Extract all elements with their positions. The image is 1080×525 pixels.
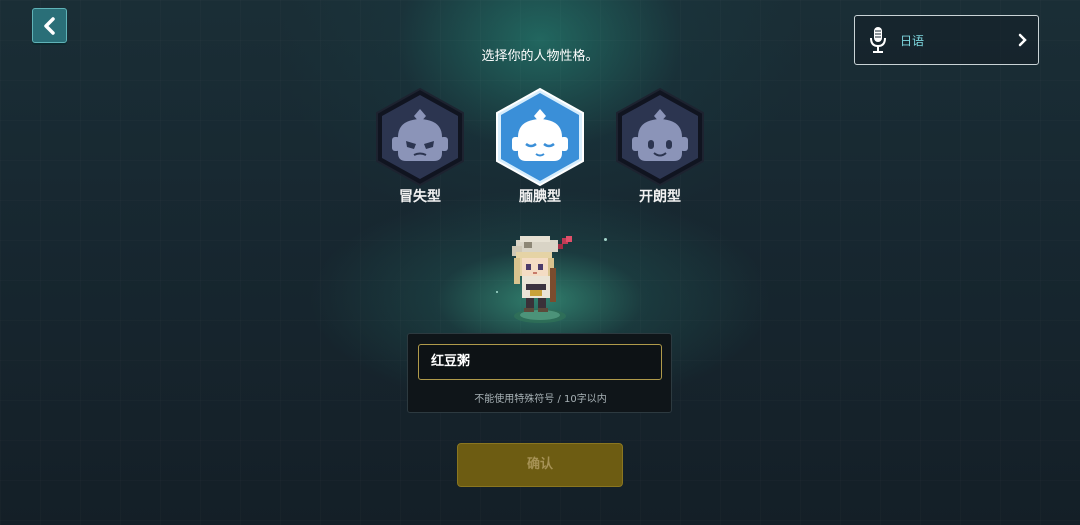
personality-hex-icon [496, 87, 584, 187]
personality-label: 开朗型 [639, 189, 681, 205]
character-name-input[interactable]: 红豆粥 [418, 344, 662, 380]
chevron-left-icon [43, 16, 55, 35]
sparkle [496, 291, 498, 293]
player-character-sprite [512, 236, 572, 323]
personality-prompt: 选择你的人物性格。 [481, 49, 599, 64]
personality-option-shy[interactable]: 腼腆型 [490, 87, 590, 207]
name-rules-hint: 不能使用特殊符号 / 10字以内 [474, 394, 607, 405]
personality-label: 冒失型 [399, 189, 441, 205]
back-button[interactable] [32, 8, 67, 43]
personality-label: 腼腆型 [519, 189, 561, 205]
name-entry-panel: 红豆粥 不能使用特殊符号 / 10字以内 [407, 333, 672, 413]
sparkle [604, 238, 607, 241]
personality-option-reckless[interactable]: 冒失型 [370, 87, 470, 207]
confirm-button[interactable]: 确认 [457, 443, 623, 487]
personality-option-cheerful[interactable]: 开朗型 [610, 87, 710, 207]
personality-hex-icon [616, 87, 704, 187]
personality-hex-icon [376, 87, 464, 187]
